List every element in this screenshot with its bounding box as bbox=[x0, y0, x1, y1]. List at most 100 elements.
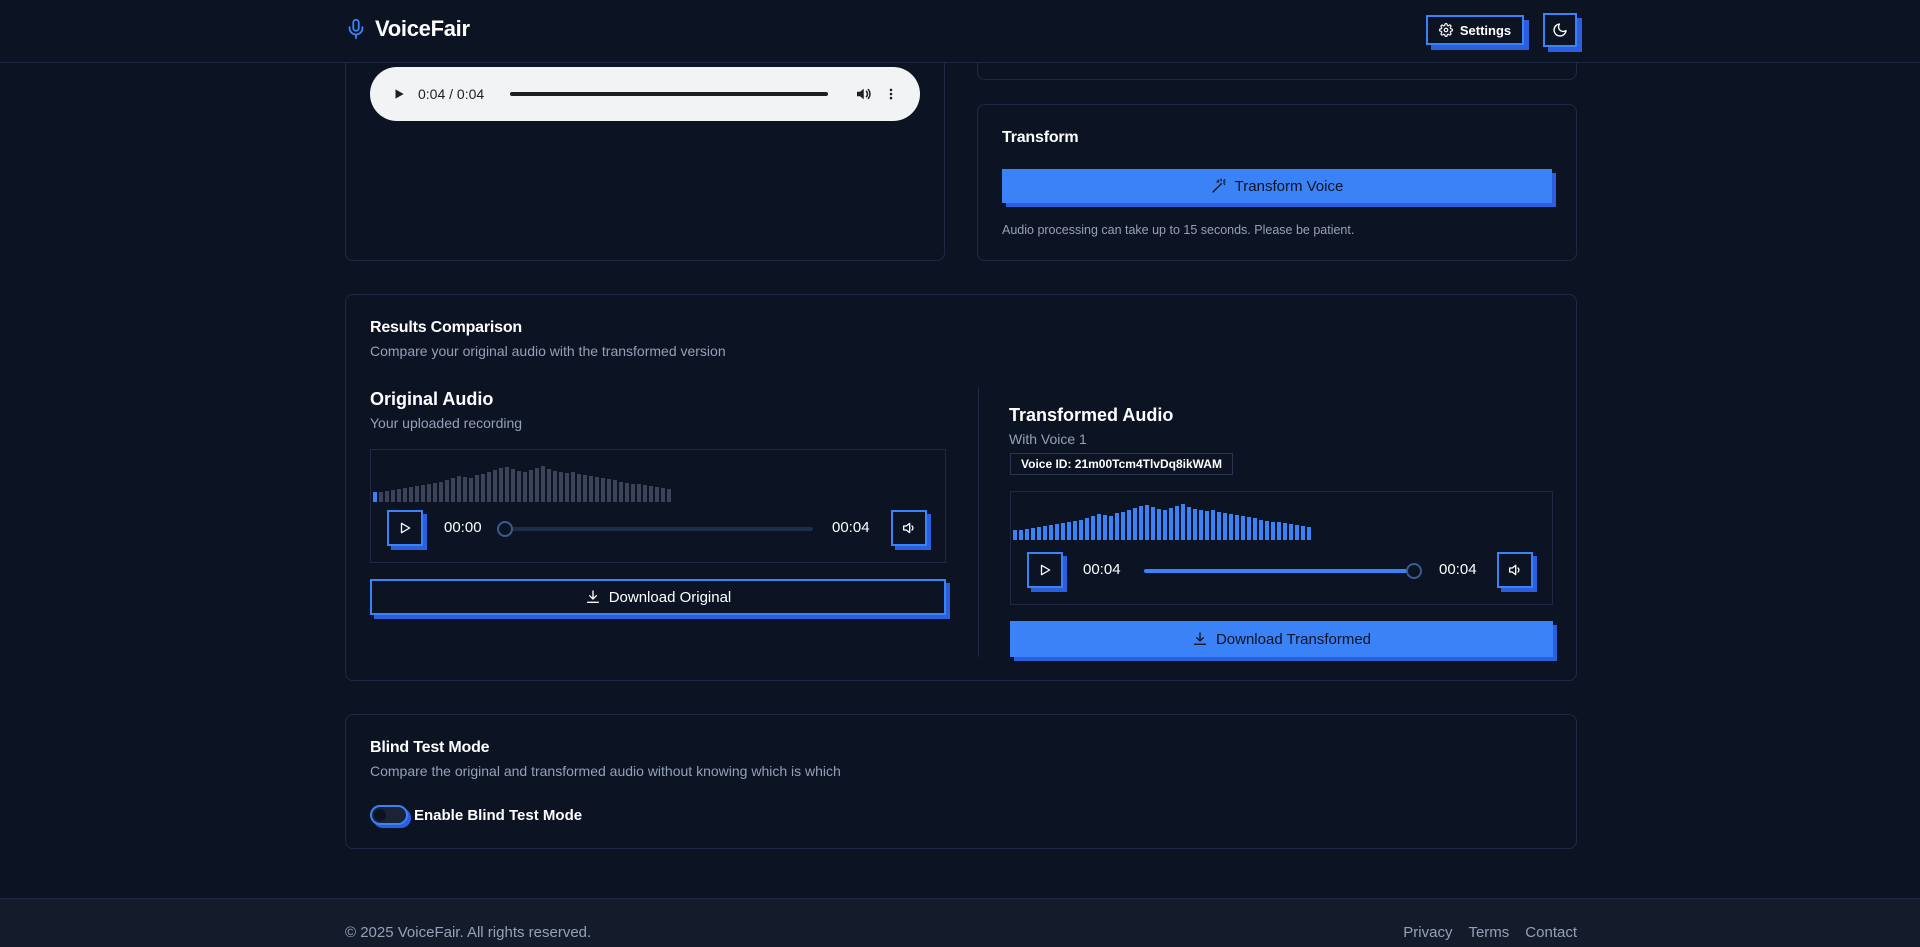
waveform-bar bbox=[1061, 523, 1065, 540]
waveform-bar bbox=[373, 492, 377, 502]
waveform-bar bbox=[1121, 512, 1125, 540]
waveform-bar bbox=[1025, 529, 1029, 540]
waveform-bar bbox=[1079, 520, 1083, 540]
waveform-bar bbox=[1187, 507, 1191, 540]
waveform-bar bbox=[1151, 507, 1155, 540]
waveform-bar bbox=[1295, 525, 1299, 540]
original-volume-button[interactable] bbox=[891, 510, 927, 546]
waveform-bar bbox=[403, 488, 407, 502]
transformed-waveform[interactable] bbox=[1013, 500, 1311, 540]
waveform-bar bbox=[1253, 518, 1257, 540]
waveform-bar bbox=[553, 471, 557, 502]
waveform-bar bbox=[1037, 527, 1041, 540]
transformed-seek-slider[interactable] bbox=[1144, 569, 1414, 573]
footer-copyright: © 2025 VoiceFair. All rights reserved. bbox=[345, 924, 592, 941]
transformed-duration: 00:04 bbox=[1439, 561, 1477, 578]
more-options-icon[interactable] bbox=[884, 85, 898, 103]
blind-test-toggle[interactable] bbox=[370, 805, 408, 825]
waveform-bar bbox=[589, 476, 593, 502]
moon-icon bbox=[1553, 23, 1567, 37]
brand[interactable]: VoiceFair bbox=[345, 16, 470, 42]
waveform-bar bbox=[469, 478, 473, 502]
waveform-bar bbox=[655, 487, 659, 502]
waveform-bar bbox=[1019, 530, 1023, 540]
waveform-bar bbox=[601, 478, 605, 502]
download-transformed-button[interactable]: Download Transformed bbox=[1010, 621, 1553, 657]
footer-link-terms[interactable]: Terms bbox=[1468, 924, 1509, 941]
settings-button[interactable]: Settings bbox=[1426, 15, 1524, 45]
waveform-bar bbox=[1283, 523, 1287, 540]
waveform-bar bbox=[391, 490, 395, 502]
waveform-bar bbox=[565, 473, 569, 502]
original-waveform[interactable] bbox=[373, 462, 671, 502]
volume-icon bbox=[1509, 564, 1520, 576]
waveform-bar bbox=[1175, 506, 1179, 540]
waveform-bar bbox=[1211, 510, 1215, 540]
waveform-bar bbox=[493, 470, 497, 502]
waveform-bar bbox=[571, 472, 575, 502]
theme-toggle-button[interactable] bbox=[1543, 13, 1577, 47]
waveform-bar bbox=[457, 476, 461, 502]
native-audio-player[interactable]: 0:04 / 0:04 bbox=[370, 67, 920, 121]
transform-title: Transform bbox=[1002, 129, 1079, 146]
waveform-bar bbox=[1127, 510, 1131, 540]
waveform-bar bbox=[541, 466, 545, 502]
waveform-bar bbox=[1193, 509, 1197, 540]
volume-icon[interactable] bbox=[854, 85, 872, 103]
waveform-bar bbox=[397, 489, 401, 502]
waveform-bar bbox=[1271, 522, 1275, 540]
transform-voice-button[interactable]: Transform Voice bbox=[1002, 169, 1552, 203]
original-play-button[interactable] bbox=[387, 510, 423, 546]
waveform-bar bbox=[1301, 526, 1305, 540]
brand-name: VoiceFair bbox=[375, 16, 470, 41]
waveform-bar bbox=[1241, 516, 1245, 540]
waveform-bar bbox=[499, 468, 503, 502]
download-icon bbox=[586, 590, 599, 603]
waveform-bar bbox=[1259, 520, 1263, 540]
waveform-bar bbox=[1085, 518, 1089, 540]
magic-wand-icon bbox=[1212, 178, 1226, 193]
waveform-bar bbox=[643, 485, 647, 502]
blind-test-toggle-label[interactable]: Enable Blind Test Mode bbox=[414, 807, 582, 824]
waveform-bar bbox=[1205, 511, 1209, 540]
waveform-bar bbox=[529, 470, 533, 502]
footer-links: Privacy Terms Contact bbox=[1403, 924, 1577, 941]
top-header: VoiceFair Settings bbox=[0, 0, 1920, 63]
transformed-play-button[interactable] bbox=[1027, 552, 1063, 588]
waveform-bar bbox=[1049, 525, 1053, 540]
transformed-player: 00:04 00:04 bbox=[1010, 491, 1553, 605]
original-duration: 00:04 bbox=[832, 519, 870, 536]
waveform-bar bbox=[1265, 521, 1269, 540]
footer-link-privacy[interactable]: Privacy bbox=[1403, 924, 1452, 941]
waveform-bar bbox=[427, 484, 431, 502]
play-icon bbox=[400, 522, 411, 534]
waveform-bar bbox=[1235, 515, 1239, 540]
download-original-button[interactable]: Download Original bbox=[370, 579, 946, 615]
waveform-bar bbox=[523, 472, 527, 502]
transformed-volume-button[interactable] bbox=[1497, 552, 1533, 588]
original-seek-thumb[interactable] bbox=[497, 521, 513, 537]
results-divider bbox=[978, 387, 979, 657]
transformed-seek-thumb[interactable] bbox=[1406, 563, 1422, 579]
footer-link-contact[interactable]: Contact bbox=[1525, 924, 1577, 941]
original-seek-slider[interactable] bbox=[505, 527, 813, 531]
waveform-bar bbox=[379, 492, 383, 502]
transform-voice-label: Transform Voice bbox=[1234, 177, 1344, 195]
waveform-bar bbox=[481, 474, 485, 502]
play-icon[interactable] bbox=[392, 87, 406, 101]
results-title: Results Comparison bbox=[370, 319, 522, 336]
waveform-bar bbox=[1067, 522, 1071, 540]
waveform-bar bbox=[1031, 528, 1035, 540]
waveform-bar bbox=[487, 472, 491, 502]
waveform-bar bbox=[1073, 521, 1077, 540]
native-audio-time: 0:04 / 0:04 bbox=[418, 86, 485, 102]
waveform-bar bbox=[637, 484, 641, 502]
transform-note: Audio processing can take up to 15 secon… bbox=[1002, 223, 1355, 237]
footer: © 2025 VoiceFair. All rights reserved. P… bbox=[0, 898, 1920, 947]
waveform-bar bbox=[1247, 517, 1251, 540]
transformed-current-time: 00:04 bbox=[1083, 561, 1121, 578]
native-audio-progress[interactable] bbox=[510, 92, 828, 96]
waveform-bar bbox=[511, 469, 515, 502]
blind-test-title: Blind Test Mode bbox=[370, 739, 490, 756]
waveform-bar bbox=[559, 472, 563, 502]
